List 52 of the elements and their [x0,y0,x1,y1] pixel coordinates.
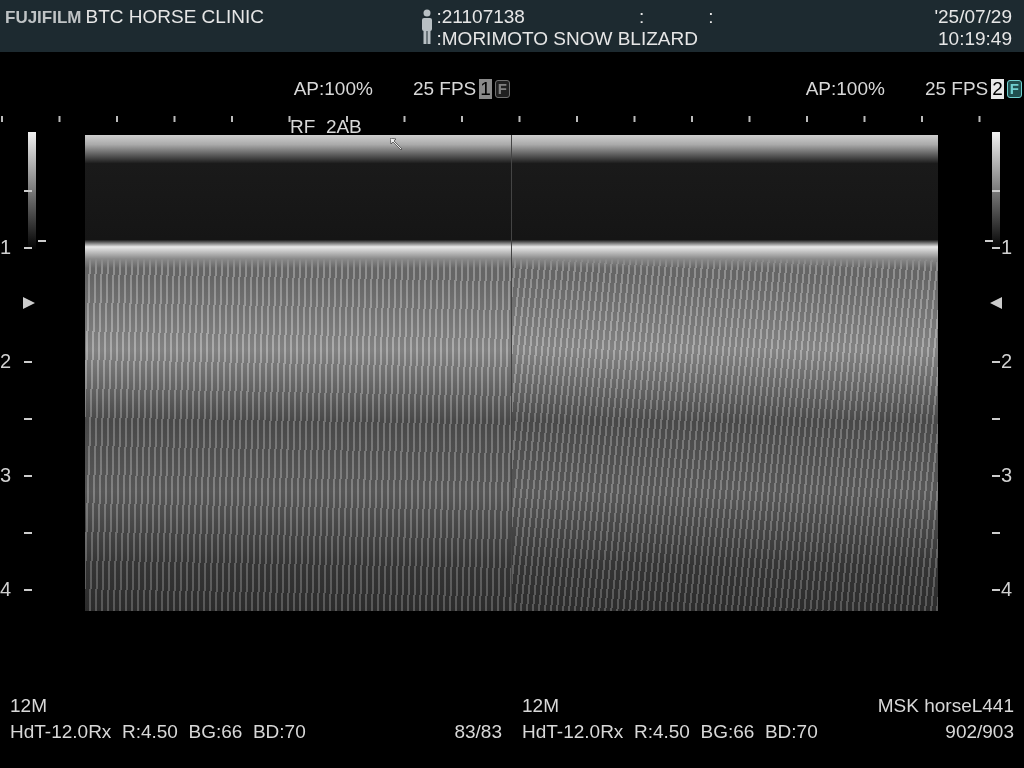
person-icon [420,9,433,45]
frame-rate: 25 FPS [924,78,989,100]
acoustic-power: AP:100% [805,78,885,100]
depth-tick [24,247,32,249]
field-separator: : [708,6,714,28]
depth-label: 3 [0,464,12,487]
depth-tick [985,240,993,242]
depth-label: 2 [0,350,12,373]
depth-label: 3 [1001,464,1013,487]
depth-tick [992,361,1000,363]
patient-name: :MORIMOTO SNOW BLIZARD [436,28,699,50]
depth-label: 4 [1001,578,1013,601]
depth-label: 4 [0,578,12,601]
patient-id: :21107138 [436,6,525,28]
brand-logo: FUJIFILM [5,8,82,28]
panel-number: 1 [479,79,492,99]
depth-label: 1 [1001,236,1013,259]
depth-tick [24,475,32,477]
depth-label: 2 [1001,350,1013,373]
probe-frequency: 12M [10,694,47,718]
depth-tick [24,418,32,420]
clinic-name: BTC HORSE CLINIC [85,6,265,28]
depth-tick [992,532,1000,534]
frame-counter: 83/83 [454,720,502,744]
exam-time: 10:19:49 [938,28,1012,50]
depth-tick [992,247,1000,249]
probe-frequency: 12M [522,694,559,718]
depth-tick [992,190,1000,192]
depth-tick [992,418,1000,420]
acoustic-power: AP:100% [293,78,373,100]
exam-date: '25/07/29 [934,6,1012,28]
focus-marker-left-icon [990,297,1002,309]
pointer-arrow-icon [390,138,402,150]
depth-tick [992,589,1000,591]
exam-preset: MSK horseL441 [877,694,1014,718]
image-annotation: RF 2AB [290,116,362,138]
freeze-indicator: F [1006,80,1022,98]
depth-tick [38,240,46,242]
focus-marker-right-icon [23,297,35,309]
depth-tick [992,475,1000,477]
imaging-parameters: HdT-12.0Rx R:4.50 BG:66 BD:70 [522,720,818,744]
freeze-indicator: F [494,80,510,98]
frame-counter: 902/903 [945,720,1014,744]
depth-tick [24,589,32,591]
depth-tick [24,190,32,192]
panel-number: 2 [991,79,1004,99]
field-separator: : [638,6,645,28]
frame-rate: 25 FPS [412,78,477,100]
imaging-parameters: HdT-12.0Rx R:4.50 BG:66 BD:70 [10,720,306,744]
depth-tick [24,361,32,363]
depth-label: 1 [0,236,12,259]
depth-tick [24,532,32,534]
